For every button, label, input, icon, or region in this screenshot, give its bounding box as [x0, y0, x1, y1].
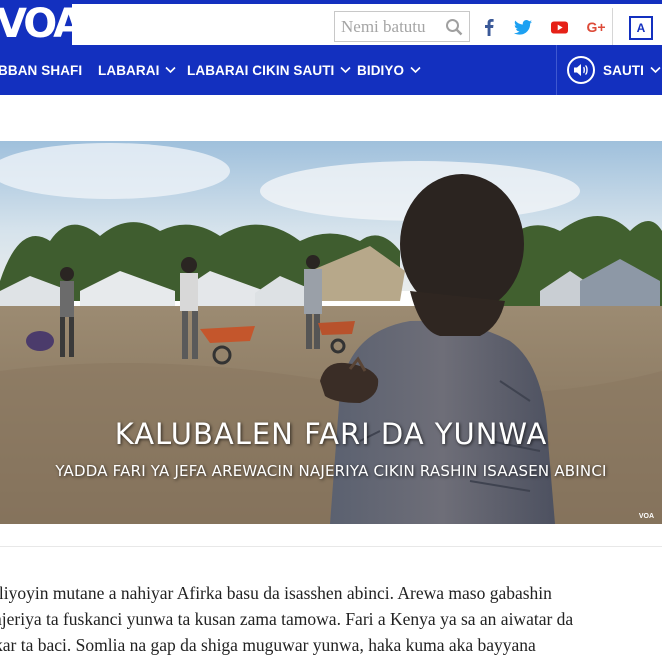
chevron-down-icon [650, 66, 661, 74]
nav-divider [556, 45, 557, 95]
nav-item-label: SAUTI [603, 62, 644, 78]
header-divider [612, 8, 613, 49]
content-divider [0, 546, 662, 547]
language-icon-label: A [636, 21, 646, 35]
hero-video-still[interactable]: KALUBALEN FARI DA YUNWA YADDA FARI YA JE… [0, 141, 662, 524]
nav-item-labarai[interactable]: LABARAI [98, 45, 177, 95]
article-body: iliyoyin mutane a nahiyar Afirka basu da… [0, 580, 662, 658]
top-header: VOA G+ A [0, 0, 662, 49]
nav-item-label: BBAN SHAFI [0, 62, 83, 78]
googleplus-icon[interactable]: G+ [585, 16, 607, 38]
search-icon[interactable] [445, 18, 463, 36]
article-line: kar ta baci. Somlia na gap da shiga mugu… [0, 635, 536, 655]
search-box[interactable] [334, 11, 470, 42]
nav-item-label: LABARAI [98, 62, 160, 78]
hero-title: KALUBALEN FARI DA YUNWA [114, 417, 548, 451]
voa-logo[interactable]: VOA [0, 4, 72, 45]
chevron-down-icon [165, 66, 177, 74]
chevron-down-icon [340, 66, 351, 74]
article-line: ajeriya ta fuskanci yunwa ta kusan zama … [0, 609, 574, 629]
nav-item-label: BIDIYO [357, 62, 405, 78]
logo-text: VOA [0, 4, 72, 45]
article-line: iliyoyin mutane a nahiyar Afirka basu da… [0, 583, 552, 603]
nav-item-label: LABARAI CIKIN SAUTI [187, 62, 335, 78]
speaker-icon [574, 64, 588, 76]
youtube-icon[interactable] [548, 16, 570, 38]
main-nav: BBAN SHAFI LABARAI LABARAI CIKIN SAUTI B… [0, 45, 662, 95]
nav-item-bidiyo[interactable]: BIDIYO [357, 45, 421, 95]
nav-item-sauti[interactable]: SAUTI [603, 45, 661, 95]
twitter-icon[interactable] [512, 16, 534, 38]
chevron-down-icon [410, 66, 421, 74]
nav-item-labarai-cikin-sauti[interactable]: LABARAI CIKIN SAUTI [187, 45, 351, 95]
language-icon[interactable]: A [629, 16, 653, 40]
hero-watermark: VOA [638, 513, 654, 520]
facebook-icon[interactable] [478, 16, 500, 38]
audio-button[interactable] [567, 56, 595, 84]
nav-item-home[interactable]: BBAN SHAFI [0, 45, 82, 95]
search-input[interactable] [335, 12, 443, 41]
hero-subtitle: YADDA FARI YA JEFA AREWACIN NAJERIYA CIK… [55, 462, 607, 480]
